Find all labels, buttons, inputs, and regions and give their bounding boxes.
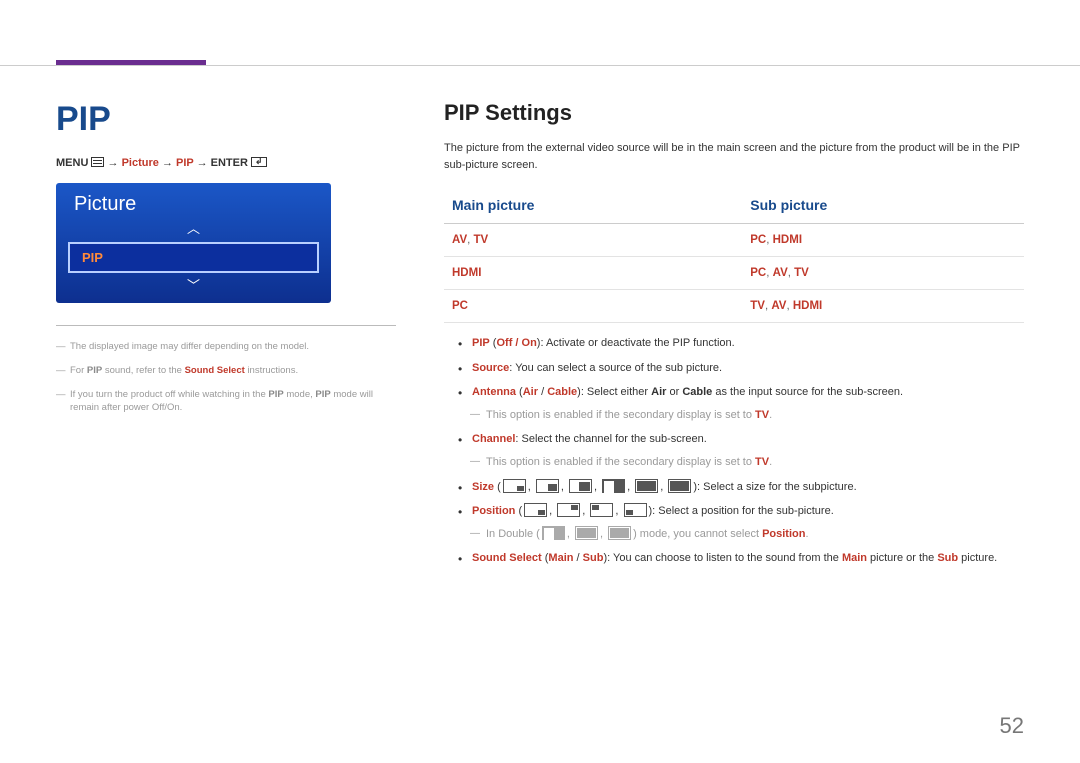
- chevron-down-icon: ﹀: [56, 279, 331, 303]
- path-picture: Picture: [122, 157, 159, 169]
- double-icon-b: [575, 526, 598, 540]
- size-icon-small: [503, 479, 526, 493]
- enter-icon: [251, 157, 267, 167]
- table-row: AV, TVPC, HDMI: [444, 224, 1024, 257]
- item-size: Size (, , , , , ): Select a size for the…: [444, 479, 1024, 497]
- table-row: HDMIPC, AV, TV: [444, 257, 1024, 290]
- table-row: PCTV, AV, HDMI: [444, 290, 1024, 323]
- item-sound-select: Sound Select (Main / Sub): You can choos…: [444, 550, 1024, 568]
- item-pip: PIP (Off / On): Activate or deactivate t…: [444, 335, 1024, 353]
- footnote-1: ― The displayed image may differ dependi…: [56, 340, 396, 354]
- footnote-2: ― For PIP sound, refer to the Sound Sele…: [56, 364, 396, 378]
- chevron-up-icon: ︿: [56, 222, 331, 236]
- section-heading: PIP Settings: [444, 100, 1024, 126]
- page-title: PIP: [56, 100, 416, 139]
- item-position-note: In Double (, , ) mode, you cannot select…: [472, 526, 1024, 544]
- page-number: 52: [1000, 713, 1024, 739]
- section-intro: The picture from the external video sour…: [444, 140, 1024, 173]
- enter-label: ENTER: [211, 157, 248, 169]
- size-icon-medium: [536, 479, 559, 493]
- size-icon-double-split-h: [668, 479, 691, 493]
- position-icon-br: [524, 503, 547, 517]
- double-icon-a: [542, 526, 565, 540]
- footnote-3: ― If you turn the product off while watc…: [56, 388, 396, 416]
- item-channel: Channel: Select the channel for the sub-…: [444, 431, 1024, 471]
- osd-panel: Picture ︿ PIP ﹀: [56, 183, 331, 303]
- osd-selected-item: PIP: [68, 242, 319, 273]
- settings-list: PIP (Off / On): Activate or deactivate t…: [444, 335, 1024, 568]
- menu-icon: [91, 157, 104, 167]
- menu-path: MENU → Picture → PIP → ENTER: [56, 157, 416, 169]
- position-icon-tl: [590, 503, 613, 517]
- source-compat-table: Main picture Sub picture AV, TVPC, HDMIH…: [444, 191, 1024, 323]
- col-main: Main picture: [444, 191, 742, 224]
- path-pip: PIP: [176, 157, 194, 169]
- notes-divider: [56, 325, 396, 326]
- item-position: Position (, , , ): Select a position for…: [444, 503, 1024, 543]
- item-channel-note: This option is enabled if the secondary …: [472, 454, 1024, 472]
- size-icon-double-left: [602, 479, 625, 493]
- osd-title: Picture: [56, 183, 331, 222]
- size-icon-large: [569, 479, 592, 493]
- menu-label: MENU: [56, 157, 88, 169]
- item-source: Source: You can select a source of the s…: [444, 360, 1024, 378]
- item-antenna-note: This option is enabled if the secondary …: [472, 407, 1024, 425]
- position-icon-bl: [624, 503, 647, 517]
- top-rule-accent: [56, 60, 206, 65]
- position-icon-tr: [557, 503, 580, 517]
- item-antenna: Antenna (Air / Cable): Select either Air…: [444, 384, 1024, 424]
- double-icon-c: [608, 526, 631, 540]
- col-sub: Sub picture: [742, 191, 1024, 224]
- top-rule: [0, 65, 1080, 66]
- size-icon-double-split-v: [635, 479, 658, 493]
